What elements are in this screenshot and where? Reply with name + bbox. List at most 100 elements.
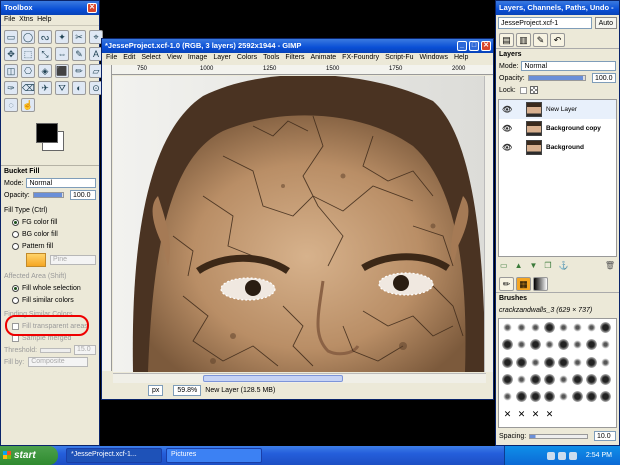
bg-fill-radio[interactable] — [12, 230, 19, 238]
tool-icon[interactable]: ⌫ — [21, 81, 35, 95]
menu-file[interactable]: File — [4, 16, 15, 23]
brush-swatch[interactable]: ✕ — [530, 409, 541, 420]
channels-tab-icon[interactable]: ▥ — [516, 33, 531, 47]
brush-swatch[interactable] — [530, 339, 541, 351]
eye-icon[interactable]: 👁 — [502, 143, 512, 152]
layer-row-new-layer[interactable]: 👁 New Layer — [499, 100, 616, 119]
tool-icon[interactable]: ✑ — [4, 81, 18, 95]
anchor-layer-icon[interactable]: ⚓ — [559, 261, 569, 272]
zoom-select[interactable]: 59.8% — [173, 384, 202, 396]
delete-layer-icon[interactable]: 🗑 — [605, 261, 615, 272]
brush-swatch[interactable] — [586, 356, 597, 368]
vertical-scrollbar[interactable] — [484, 76, 493, 372]
spacing-slider[interactable] — [529, 433, 588, 439]
undo-tab-icon[interactable]: ↶ — [550, 33, 565, 47]
maximize-icon[interactable]: □ — [469, 41, 479, 51]
brush-swatch[interactable] — [502, 322, 513, 333]
fill-whole-selection-radio[interactable] — [12, 284, 19, 292]
tool-icon[interactable]: ᔓ — [38, 30, 52, 44]
tool-icon[interactable]: ✏ — [72, 64, 86, 78]
brush-swatch[interactable]: ✕ — [544, 409, 555, 420]
fg-fill-radio[interactable] — [12, 218, 19, 226]
opacity-input[interactable]: 100.0 — [70, 190, 96, 200]
menu-windows[interactable]: Windows — [420, 54, 448, 64]
menu-fx-foundry[interactable]: FX-Foundry — [342, 54, 379, 64]
brush-swatch[interactable] — [600, 322, 611, 333]
menu-edit[interactable]: Edit — [123, 54, 135, 64]
threshold-slider[interactable] — [40, 347, 71, 353]
dock-titlebar[interactable]: Layers, Channels, Paths, Undo - — [496, 1, 619, 15]
menu-filters[interactable]: Filters — [285, 54, 304, 64]
taskbar-gimp-task[interactable]: *JesseProject.xcf-1... — [66, 448, 162, 463]
brush-swatch[interactable] — [544, 373, 555, 385]
menu-view[interactable]: View — [167, 54, 182, 64]
menu-colors[interactable]: Colors — [237, 54, 257, 64]
menu-xtns[interactable]: Xtns — [19, 16, 33, 23]
menu-help[interactable]: Help — [37, 16, 51, 23]
tool-icon[interactable]: ⬛ — [55, 64, 69, 78]
pattern-fill-radio[interactable] — [12, 242, 19, 250]
brush-swatch[interactable] — [558, 339, 569, 351]
brush-swatch[interactable]: ✕ — [502, 409, 513, 420]
layers-tab-icon[interactable]: ▤ — [499, 33, 514, 47]
brush-swatch[interactable] — [600, 373, 611, 385]
horizontal-scrollbar[interactable] — [113, 373, 486, 383]
tool-icon[interactable]: ◐ — [72, 81, 86, 95]
patterns-tab-icon[interactable]: ▦ — [516, 277, 531, 291]
brush-swatch[interactable] — [502, 339, 513, 351]
brush-swatch[interactable] — [572, 356, 583, 368]
horizontal-ruler[interactable]: 750 1000 1250 1500 1750 2000 — [112, 65, 493, 75]
menu-select[interactable]: Select — [141, 54, 160, 64]
tool-icon[interactable]: ⤡ — [38, 47, 52, 61]
toolbox-titlebar[interactable]: Toolbox ✕ — [1, 1, 99, 15]
foreground-color-swatch[interactable] — [36, 123, 58, 143]
brush-swatch[interactable] — [586, 373, 597, 385]
brush-swatch[interactable] — [558, 322, 569, 333]
new-layer-icon[interactable]: ▭ — [500, 261, 508, 272]
paths-tab-icon[interactable]: ✎ — [533, 33, 548, 47]
gradients-tab-icon[interactable] — [533, 277, 548, 291]
menu-script-fu[interactable]: Script-Fu — [385, 54, 413, 64]
brush-swatch[interactable] — [586, 391, 597, 403]
opacity-slider[interactable] — [32, 192, 64, 198]
layers-opacity-slider[interactable] — [527, 75, 586, 81]
brush-swatch[interactable] — [572, 322, 583, 333]
brushes-tab-icon[interactable]: ✏ — [499, 277, 514, 291]
lock-alpha-checkbox[interactable] — [519, 86, 527, 94]
menu-animate[interactable]: Animate — [310, 54, 336, 64]
brush-swatch[interactable] — [502, 356, 513, 368]
eye-icon[interactable]: 👁 — [502, 105, 512, 114]
unit-select[interactable]: px — [148, 384, 164, 396]
tool-icon[interactable]: ◌ — [4, 98, 18, 112]
tool-icon[interactable]: ✎ — [72, 47, 86, 61]
layers-mode-select[interactable]: Normal — [521, 61, 616, 71]
brush-swatch[interactable] — [516, 391, 527, 403]
brush-swatch[interactable] — [558, 391, 569, 403]
brush-swatch[interactable] — [530, 356, 541, 368]
scrollbar-thumb[interactable] — [203, 375, 343, 382]
brush-swatch[interactable] — [600, 391, 611, 403]
brush-swatch[interactable] — [502, 373, 513, 385]
auto-button[interactable]: Auto — [594, 17, 617, 29]
taskbar-pictures-task[interactable]: Pictures — [166, 448, 262, 463]
brush-swatch[interactable] — [572, 339, 583, 351]
layer-row-background[interactable]: 👁 Background — [499, 138, 616, 157]
tool-icon[interactable]: ✦ — [55, 30, 69, 44]
eye-icon[interactable]: 👁 — [502, 124, 512, 133]
brush-swatch[interactable] — [516, 322, 527, 333]
menu-help[interactable]: Help — [454, 54, 468, 64]
minimize-icon[interactable]: _ — [457, 41, 467, 51]
brush-swatch[interactable] — [544, 391, 555, 403]
pattern-preview[interactable] — [26, 253, 46, 267]
brush-swatch[interactable] — [558, 356, 569, 368]
tool-icon[interactable]: ◫ — [4, 64, 18, 78]
brush-swatch[interactable] — [530, 391, 541, 403]
tray-icon[interactable] — [546, 451, 555, 460]
brush-swatch[interactable] — [502, 391, 513, 403]
threshold-input[interactable]: 15.0 — [74, 345, 96, 355]
layers-opacity-input[interactable]: 100.0 — [592, 73, 616, 83]
brush-swatch[interactable] — [530, 322, 541, 333]
close-icon[interactable]: ✕ — [87, 3, 97, 13]
image-select[interactable]: JesseProject.xcf-1 — [498, 17, 592, 29]
tool-icon[interactable]: ⬚ — [21, 47, 35, 61]
